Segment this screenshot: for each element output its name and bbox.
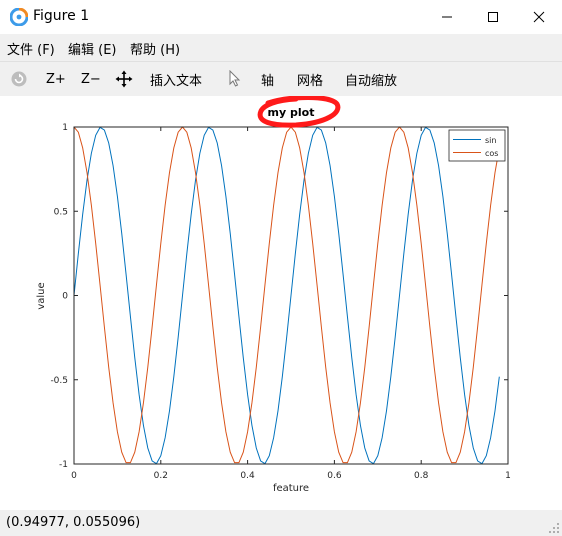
cursor-coordinates: (0.94977, 0.055096) — [6, 515, 141, 530]
rotate-button[interactable] — [10, 62, 28, 96]
close-button[interactable] — [516, 0, 562, 34]
cursor-arrow-icon — [229, 70, 241, 87]
x-tick-label: 0 — [71, 471, 77, 481]
maximize-button[interactable] — [470, 0, 516, 34]
menu-edit[interactable]: 编辑 (E) — [68, 39, 117, 58]
axes-button[interactable]: 轴 — [261, 62, 274, 96]
y-tick-label: 1 — [62, 123, 68, 133]
pan-button[interactable] — [115, 62, 133, 96]
toolbar: Z+ Z− 插入文本 轴 网格 自动缩放 — [0, 61, 562, 96]
legend-label-sin: sin — [485, 136, 496, 145]
figure-canvas[interactable]: 0 0.2 0.4 0.6 0.8 1 -1 -0.5 0 0.5 1 my plot featur… — [0, 95, 562, 510]
pan-arrows-icon — [115, 70, 133, 88]
series-line-sin — [73, 126, 500, 465]
x-tick-label: 0.8 — [414, 471, 429, 481]
series-line-cos — [73, 126, 500, 464]
menu-help[interactable]: 帮助 (H) — [130, 39, 180, 58]
rotate-icon — [11, 71, 27, 87]
y-tick-label: 0.5 — [54, 207, 68, 217]
legend[interactable]: sin cos — [448, 129, 506, 162]
x-axis-label: feature — [273, 483, 309, 494]
title-bar[interactable]: Figure 1 — [0, 0, 562, 34]
y-tick-label: -0.5 — [50, 376, 68, 386]
x-tick-label: 0.6 — [327, 471, 342, 481]
figure-window: Figure 1 文件 (F) 编辑 (E) 帮助 (H) Z+ Z− 插入文本… — [0, 0, 562, 536]
x-tick-label: 0.2 — [154, 471, 168, 481]
maximize-icon — [488, 12, 498, 22]
zoom-out-button[interactable]: Z− — [81, 62, 101, 96]
grid-button[interactable]: 网格 — [297, 62, 323, 96]
select-button[interactable] — [228, 62, 242, 96]
minimize-icon — [442, 16, 452, 18]
x-tick-label: 0.4 — [240, 471, 255, 481]
status-bar: (0.94977, 0.055096) — [0, 512, 562, 536]
menu-file[interactable]: 文件 (F) — [7, 39, 55, 58]
y-tick-label: 0 — [62, 292, 68, 302]
autoscale-button[interactable]: 自动缩放 — [345, 62, 397, 96]
legend-label-cos: cos — [485, 149, 498, 158]
chart-title: my plot — [268, 106, 315, 119]
menu-bar: 文件 (F) 编辑 (E) 帮助 (H) — [0, 34, 562, 60]
resize-grip-icon[interactable] — [548, 522, 560, 534]
zoom-in-button[interactable]: Z+ — [46, 62, 66, 96]
insert-text-button[interactable]: 插入文本 — [150, 62, 202, 96]
close-icon — [533, 11, 545, 23]
octave-app-icon — [10, 8, 28, 26]
x-tick-label: 1 — [505, 471, 511, 481]
minimize-button[interactable] — [424, 0, 470, 34]
plot-lines — [73, 126, 500, 465]
plot-svg[interactable]: 0 0.2 0.4 0.6 0.8 1 -1 -0.5 0 0.5 1 my plot featur… — [0, 95, 562, 510]
window-title: Figure 1 — [33, 8, 90, 24]
y-axis-label: value — [36, 282, 47, 309]
y-tick-label: -1 — [59, 460, 68, 470]
